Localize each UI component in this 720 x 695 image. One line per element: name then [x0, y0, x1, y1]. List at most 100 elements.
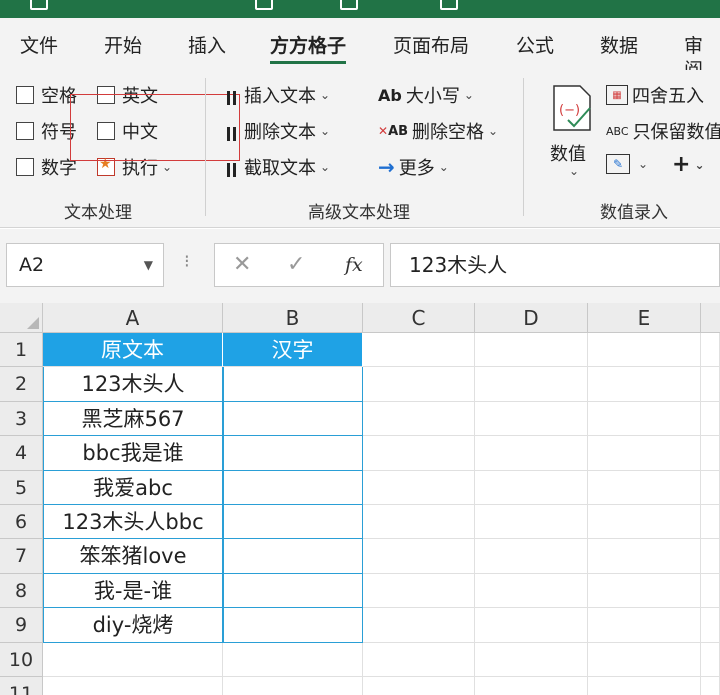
round-button[interactable]: ▦ 四舍五入: [606, 82, 704, 108]
cell[interactable]: [701, 505, 720, 540]
cell[interactable]: [701, 677, 720, 695]
cell[interactable]: [363, 505, 475, 540]
cell[interactable]: [475, 505, 588, 540]
row-header[interactable]: 3: [0, 401, 43, 437]
cell[interactable]: [475, 573, 588, 609]
tab-data[interactable]: 数据: [600, 34, 638, 64]
select-all-button[interactable]: [0, 303, 43, 333]
caret-down-icon[interactable]: ▼: [144, 244, 153, 286]
cell[interactable]: [363, 539, 475, 574]
cell[interactable]: [701, 539, 720, 574]
checkbox-icon[interactable]: [16, 86, 34, 104]
more-button[interactable]: → 更多 ⌄: [378, 154, 449, 180]
column-header-c[interactable]: C: [363, 303, 475, 333]
table-cell-chinese[interactable]: [223, 573, 363, 609]
table-cell-original[interactable]: 我-是-谁: [43, 573, 223, 609]
table-cell-original[interactable]: 123木头人bbc: [43, 505, 223, 540]
table-header-chinese[interactable]: 汉字: [223, 333, 363, 368]
add-button[interactable]: + ⌄: [672, 152, 705, 177]
table-cell-original[interactable]: bbc我是谁: [43, 436, 223, 471]
cell[interactable]: [363, 573, 475, 609]
keep-value-button[interactable]: ABC 只保留数值: [606, 118, 720, 144]
column-header-d[interactable]: D: [475, 303, 588, 333]
cell[interactable]: [475, 642, 588, 677]
cell[interactable]: [701, 436, 720, 471]
checkbox-number[interactable]: 数字: [16, 154, 77, 180]
cell[interactable]: [475, 470, 588, 505]
column-header-b[interactable]: B: [223, 303, 363, 333]
cell[interactable]: [43, 677, 223, 695]
tab-insert[interactable]: 插入: [188, 34, 226, 64]
more-dots-icon[interactable]: ⁝: [184, 251, 190, 272]
value-button[interactable]: (−) 数值 ⌄: [548, 82, 594, 182]
cell[interactable]: [475, 401, 588, 437]
cell[interactable]: [701, 642, 720, 677]
cell[interactable]: [701, 573, 720, 609]
delete-spaces-button[interactable]: ✕ AB 删除空格 ⌄: [378, 118, 498, 144]
table-cell-original[interactable]: diy-烧烤: [43, 608, 223, 643]
cell[interactable]: [363, 367, 475, 402]
table-cell-chinese[interactable]: [223, 401, 363, 437]
formula-input[interactable]: 123木头人: [390, 243, 720, 287]
table-cell-original[interactable]: 123木头人: [43, 367, 223, 402]
cell[interactable]: [363, 677, 475, 695]
cancel-icon[interactable]: ✕: [233, 252, 251, 277]
cell[interactable]: [701, 333, 720, 368]
cell[interactable]: [475, 608, 588, 643]
cell[interactable]: [223, 642, 363, 677]
column-header-f[interactable]: [701, 303, 720, 333]
edit-button[interactable]: ✎ ⌄: [606, 154, 648, 174]
table-cell-chinese[interactable]: [223, 505, 363, 540]
cell[interactable]: [588, 505, 701, 540]
quick-access-icon[interactable]: [255, 0, 273, 10]
checkbox-icon[interactable]: [16, 158, 34, 176]
table-cell-chinese[interactable]: [223, 436, 363, 471]
cell[interactable]: [588, 573, 701, 609]
name-box[interactable]: A2 ▼: [6, 243, 164, 287]
cell[interactable]: [363, 608, 475, 643]
checkbox-space[interactable]: 空格: [16, 82, 77, 108]
cell[interactable]: [475, 367, 588, 402]
table-cell-original[interactable]: 我爱abc: [43, 470, 223, 505]
row-header[interactable]: 6: [0, 505, 43, 540]
table-cell-chinese[interactable]: [223, 539, 363, 574]
cell[interactable]: [588, 677, 701, 695]
checkbox-icon[interactable]: [16, 122, 34, 140]
quick-access-icon[interactable]: [440, 0, 458, 10]
row-header[interactable]: 5: [0, 470, 43, 505]
cell[interactable]: [363, 333, 475, 368]
row-header[interactable]: 4: [0, 436, 43, 471]
cell[interactable]: [43, 642, 223, 677]
tab-file[interactable]: 文件: [20, 34, 58, 64]
cell[interactable]: [588, 642, 701, 677]
quick-access-icon[interactable]: [340, 0, 358, 10]
row-header[interactable]: 8: [0, 573, 43, 609]
cell[interactable]: [475, 677, 588, 695]
tab-review[interactable]: 审阅: [684, 34, 720, 81]
row-header[interactable]: 9: [0, 608, 43, 643]
cell[interactable]: [363, 470, 475, 505]
column-header-e[interactable]: E: [588, 303, 701, 333]
tab-fangfanggezi[interactable]: 方方格子: [270, 34, 347, 64]
row-header[interactable]: 10: [0, 642, 43, 677]
case-button[interactable]: Ab 大小写 ⌄: [378, 82, 474, 108]
checkbox-symbol[interactable]: 符号: [16, 118, 77, 144]
cell[interactable]: [588, 401, 701, 437]
table-cell-original[interactable]: 黑芝麻567: [43, 401, 223, 437]
row-header[interactable]: 1: [0, 333, 43, 368]
table-header-original-text[interactable]: 原文本: [43, 333, 223, 368]
cell[interactable]: [588, 608, 701, 643]
tab-home[interactable]: 开始: [104, 34, 142, 64]
table-cell-chinese[interactable]: [223, 367, 363, 402]
insert-function-icon[interactable]: fx: [345, 254, 363, 276]
extract-text-button[interactable]: 截取文本 ⌄: [224, 154, 330, 180]
table-cell-chinese[interactable]: [223, 608, 363, 643]
cell[interactable]: [475, 436, 588, 471]
tab-formulas[interactable]: 公式: [516, 34, 554, 64]
cell[interactable]: [588, 367, 701, 402]
cell[interactable]: [588, 470, 701, 505]
table-cell-original[interactable]: 笨笨猪love: [43, 539, 223, 574]
cell[interactable]: [363, 642, 475, 677]
row-header[interactable]: 11: [0, 677, 43, 695]
cell[interactable]: [475, 539, 588, 574]
